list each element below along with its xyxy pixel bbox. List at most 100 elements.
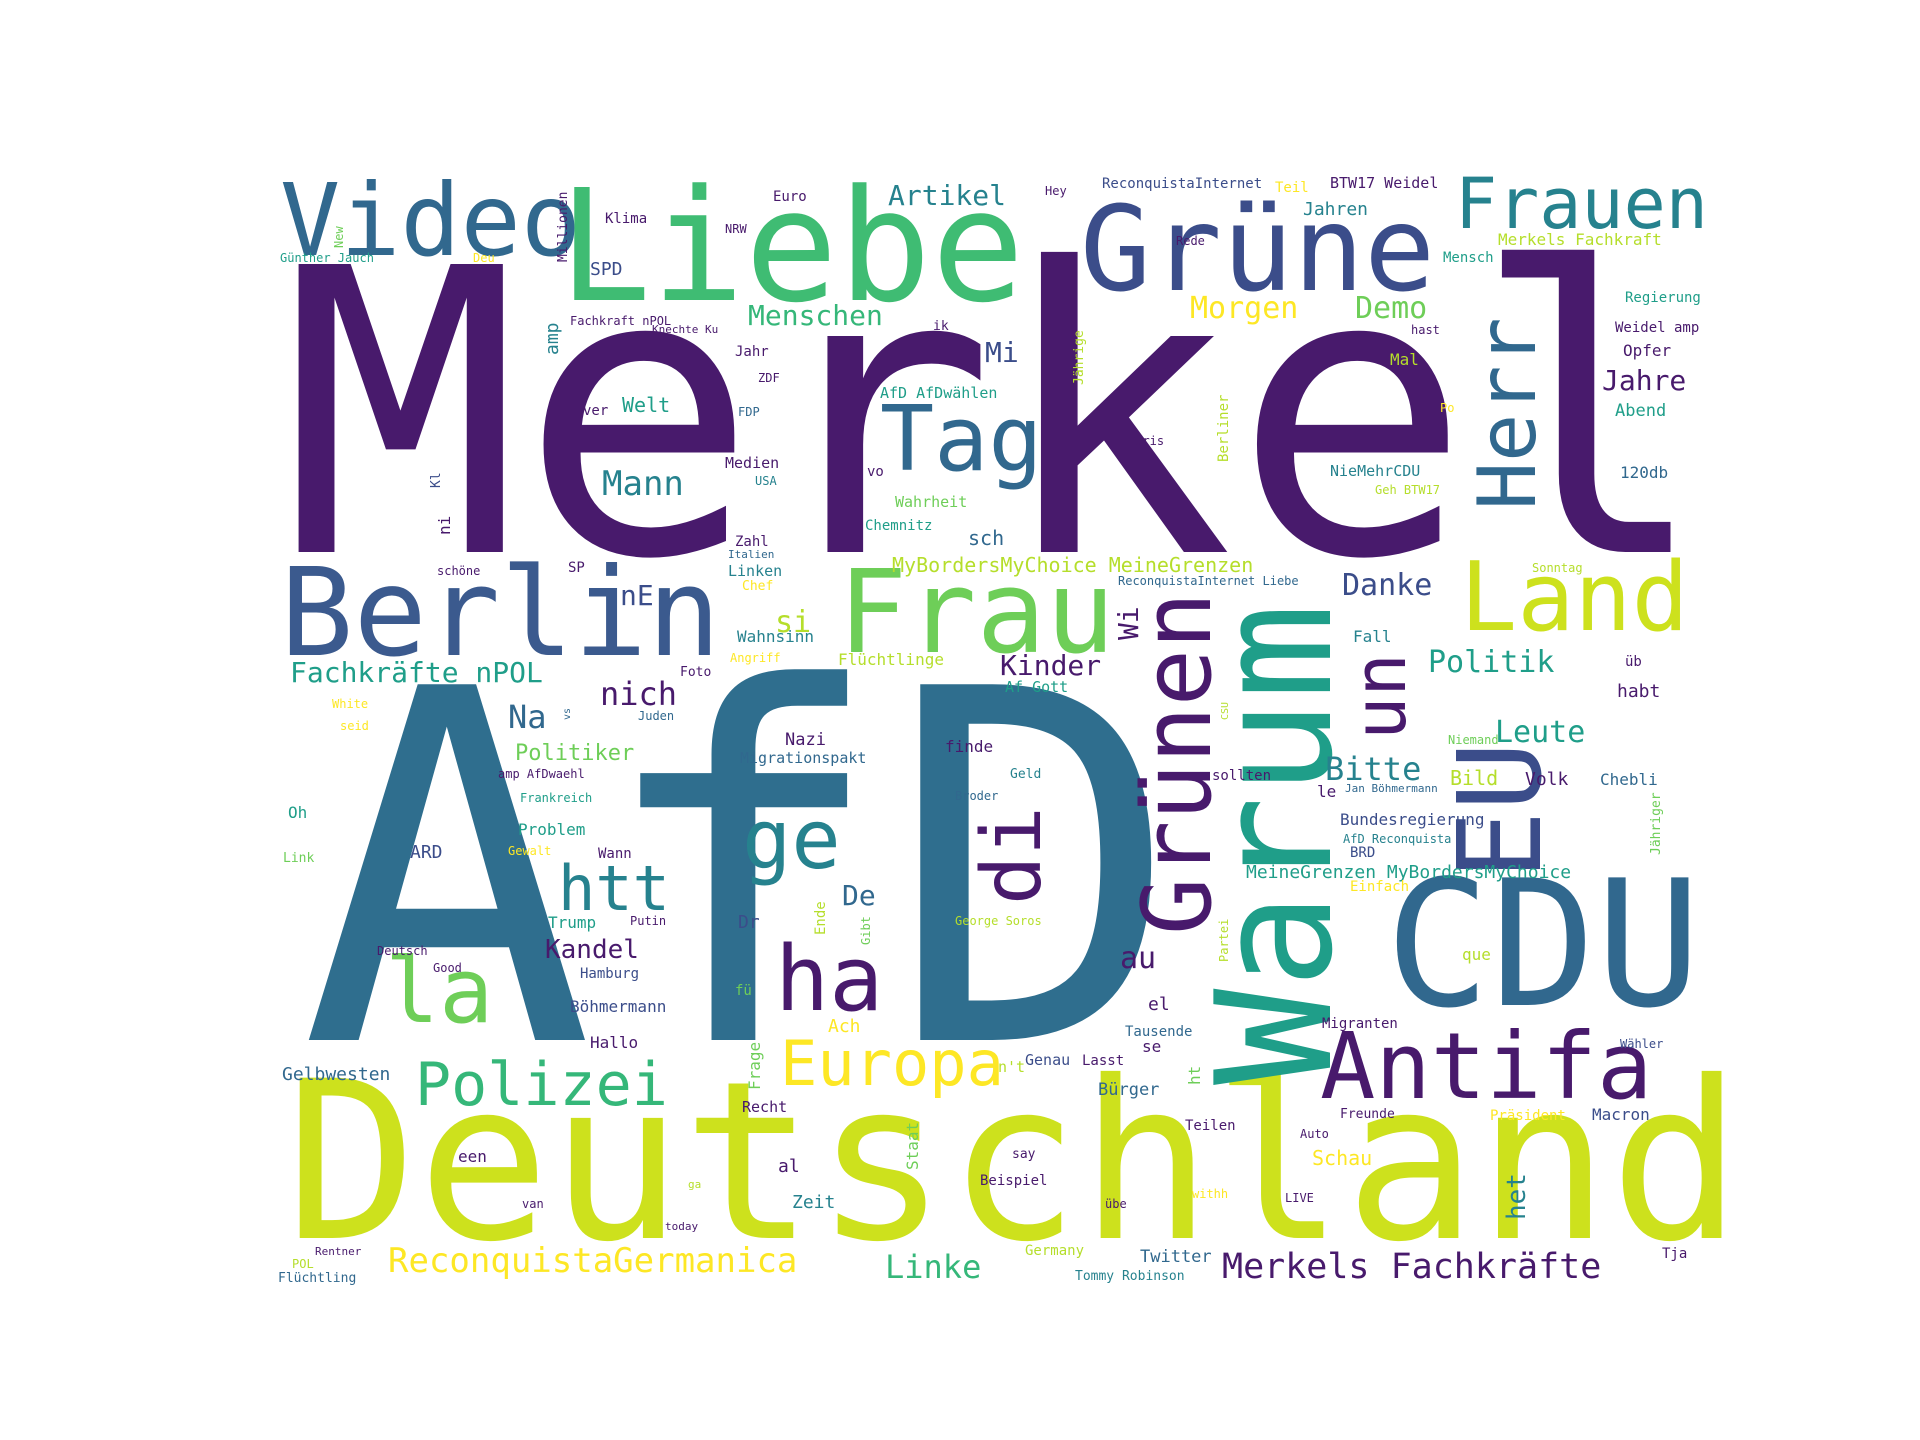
word-lasst: Lasst — [1082, 1053, 1124, 1069]
word-linke: Linke — [885, 1248, 981, 1286]
word-einfach: Einfach — [1350, 879, 1409, 895]
word-merkels-fachkraefte: Merkels Fachkräfte — [1222, 1247, 1601, 1287]
word-afd-reconquista: AfD Reconquista — [1343, 832, 1451, 846]
word-nt: n't — [998, 1058, 1025, 1076]
word-linken: Linken — [728, 562, 782, 580]
word-sp: SP — [568, 560, 585, 576]
word-millionen: Millionen — [556, 192, 571, 262]
word-kl: Kl — [429, 472, 444, 488]
word-angriff: Angriff — [730, 651, 781, 665]
word-que: que — [1462, 945, 1491, 964]
word-reconquistainternet: ReconquistaInternet — [1102, 176, 1262, 192]
word-staat: Staat — [903, 1122, 922, 1170]
word-btw17-weidel: BTW17 Weidel — [1330, 174, 1438, 192]
word-afd-afdwaehlen: AfD AfDwählen — [880, 384, 997, 402]
word-fachkraefte-npol: Fachkräfte nPOL — [290, 656, 543, 689]
word-genau: Genau — [1025, 1051, 1070, 1069]
word-tja: Tja — [1662, 1246, 1687, 1262]
word-today: today — [665, 1220, 698, 1233]
word-withh: withh — [1192, 1187, 1228, 1201]
word-ard: ARD — [410, 842, 443, 863]
word-een: een — [458, 1147, 487, 1166]
word-oh: Oh — [288, 803, 307, 822]
word-csu: CSU — [1220, 702, 1231, 720]
word-geld: Geld — [1010, 767, 1041, 782]
word-link: Link — [283, 851, 314, 866]
word-schau: Schau — [1312, 1146, 1372, 1170]
word-hast: hast — [1411, 323, 1440, 337]
word-politiker: Politiker — [515, 741, 634, 766]
word-ne: nE — [620, 579, 654, 612]
word-europa: Europa — [780, 1027, 1004, 1100]
word-120db: 120db — [1620, 463, 1668, 482]
word-gibt: Gibt — [859, 916, 873, 945]
word-euro: Euro — [773, 189, 807, 205]
word-land: Land — [1460, 543, 1689, 653]
word-polizei: Polizei — [415, 1050, 668, 1120]
word-volk: Volk — [1525, 769, 1569, 790]
word-spd: SPD — [590, 259, 623, 280]
word-welt: Welt — [622, 393, 670, 417]
word-di: di — [965, 806, 1060, 905]
word-paris: Paris — [1128, 434, 1164, 448]
word-fluechtlinge: Flüchtlinge — [838, 650, 944, 669]
word-hamburg: Hamburg — [580, 966, 639, 982]
word-regierung: Regierung — [1625, 290, 1701, 306]
word-uebe: übe — [1105, 1197, 1127, 1211]
word-zahl: Zahl — [735, 534, 769, 550]
word-seid: seid — [340, 719, 369, 733]
word-ver: ver — [583, 403, 608, 419]
word-tommy-robinson: Tommy Robinson — [1075, 1269, 1185, 1284]
word-medien: Medien — [725, 454, 779, 472]
word-amp-afdwaehl: amp AfDwaehl — [498, 767, 585, 781]
word-frage: Frage — [745, 1042, 764, 1090]
word-al: al — [778, 1156, 800, 1177]
word-jaehrige: Jährige — [1072, 330, 1087, 385]
word-usa: USA — [755, 474, 777, 488]
word-deutsch: Deutsch — [377, 944, 428, 958]
word-auto: Auto — [1300, 1127, 1329, 1141]
word-ende: Ende — [813, 901, 829, 935]
word-sollten: sollten — [1212, 768, 1271, 784]
word-leute: Leute — [1495, 715, 1585, 750]
word-nazi: Nazi — [785, 730, 826, 750]
word-ht: ht — [1185, 1066, 1204, 1085]
word-reconquistagermanica: ReconquistaGermanica — [388, 1241, 797, 1281]
word-af-gott: Af Gott — [1005, 678, 1068, 696]
word-bundesregierung: Bundesregierung — [1340, 810, 1485, 829]
word-jaehriger: Jähriger — [1649, 792, 1664, 855]
word-van: van — [522, 1197, 544, 1211]
word-hey: Hey — [1045, 184, 1067, 198]
word-vo: vo — [867, 464, 884, 480]
word-mensch: Mensch — [1443, 250, 1494, 266]
word-jan-boehmermann: Jan Böhmermann — [1345, 782, 1438, 795]
word-po: Po — [1440, 401, 1454, 415]
word-ueb: üb — [1625, 654, 1642, 670]
word-un: un — [1338, 653, 1422, 740]
word-fdp: FDP — [738, 405, 760, 419]
word-nrw: NRW — [725, 222, 747, 236]
word-zdf: ZDF — [758, 371, 780, 385]
word-chef: Chef — [742, 579, 773, 594]
word-boehmermann: Böhmermann — [570, 997, 666, 1016]
word-beispiel: Beispiel — [980, 1173, 1047, 1189]
word-buerger: Bürger — [1098, 1080, 1159, 1100]
word-ga: ga — [688, 1178, 701, 1191]
word-sonntag: Sonntag — [1532, 561, 1583, 575]
word-praesident: Präsident — [1490, 1108, 1566, 1124]
word-niemehrcdu: NieMehrCDU — [1330, 462, 1420, 480]
word-opfer: Opfer — [1623, 341, 1672, 360]
word-teil: Teil — [1275, 180, 1309, 196]
word-tag: Tag — [880, 387, 1043, 492]
word-new: New — [332, 226, 346, 248]
word-sch: sch — [968, 526, 1004, 550]
word-juden: Juden — [638, 709, 674, 723]
word-fue: fü — [735, 983, 752, 999]
word-de: De — [842, 879, 876, 912]
word-pol: POL — [292, 1257, 314, 1271]
word-wahnsinn: Wahnsinn — [737, 627, 814, 646]
word-herr: Herr — [1461, 317, 1554, 510]
word-gelbwesten: Gelbwesten — [282, 1064, 390, 1085]
word-ni: ni — [435, 516, 454, 535]
word-fall: Fall — [1353, 627, 1392, 646]
